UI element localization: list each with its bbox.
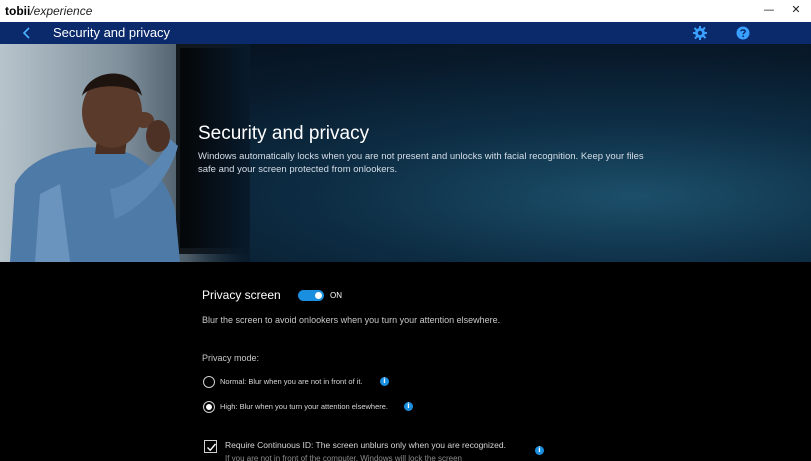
privacy-screen-toggle[interactable] bbox=[298, 290, 324, 301]
toggle-state-label: ON bbox=[330, 291, 342, 300]
privacy-mode-normal-label: Normal: Blur when you are not in front o… bbox=[220, 377, 363, 386]
settings-button[interactable] bbox=[692, 25, 708, 41]
hero-banner: Security and privacy Windows automatical… bbox=[0, 44, 811, 262]
brand-name: tobii bbox=[5, 4, 31, 18]
privacy-screen-description: Blur the screen to avoid onlookers when … bbox=[202, 315, 501, 325]
header-title: Security and privacy bbox=[53, 25, 171, 40]
window-title-bar: tobii/experience — ✕ bbox=[0, 0, 811, 22]
info-icon[interactable]: i bbox=[404, 402, 413, 411]
toggle-knob bbox=[315, 292, 322, 299]
hero-description: Windows automatically locks when you are… bbox=[198, 151, 644, 175]
back-button[interactable] bbox=[18, 22, 36, 44]
privacy-mode-normal-radio[interactable] bbox=[203, 376, 215, 388]
brand-suffix: /experience bbox=[30, 4, 93, 18]
hero-title: Security and privacy bbox=[198, 123, 370, 144]
minimize-button[interactable]: — bbox=[757, 0, 781, 22]
help-icon bbox=[736, 26, 750, 40]
close-button[interactable]: ✕ bbox=[784, 0, 808, 22]
help-button[interactable] bbox=[735, 25, 751, 41]
chevron-left-icon bbox=[22, 27, 30, 39]
privacy-screen-title: Privacy screen bbox=[202, 288, 281, 302]
continuous-id-label: Require Continuous ID: The screen unblur… bbox=[225, 440, 506, 450]
continuous-id-subtext: If you are not in front of the computer,… bbox=[225, 454, 462, 461]
gear-icon bbox=[693, 26, 707, 40]
app-brand: tobii/experience bbox=[5, 3, 92, 19]
info-icon[interactable]: i bbox=[380, 377, 389, 386]
privacy-mode-high-label: High: Blur when you turn your attention … bbox=[220, 402, 389, 411]
app-header: Security and privacy bbox=[0, 22, 811, 44]
continuous-id-checkbox[interactable] bbox=[204, 440, 217, 453]
checkmark-icon bbox=[207, 443, 217, 452]
privacy-mode-label: Privacy mode: bbox=[202, 353, 260, 363]
privacy-mode-high-radio[interactable] bbox=[203, 401, 215, 413]
